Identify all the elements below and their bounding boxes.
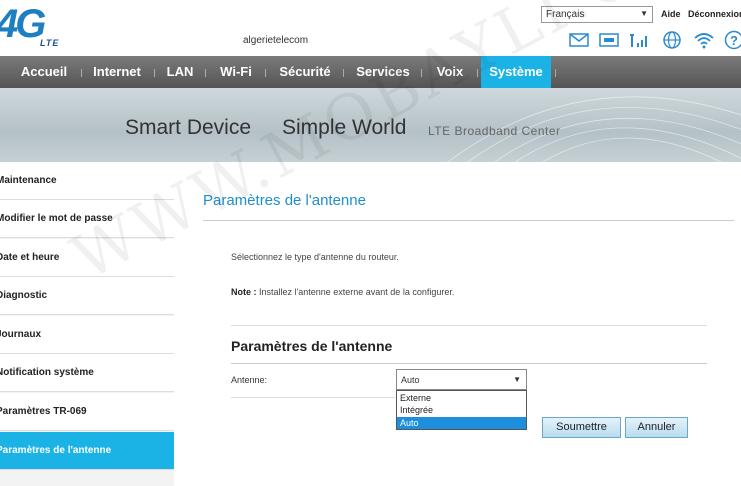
sidebar-item-label: Journaux (0, 329, 42, 340)
logout-link[interactable]: Déconnexion (688, 9, 741, 19)
antenna-option-auto[interactable]: Auto (397, 417, 526, 429)
globe-icon (663, 31, 681, 49)
sidebar: Maintenance Modifier le mot de passe Dat… (0, 162, 174, 486)
header: 4G LTE algerietelecom Français ▼ Aide Dé… (0, 0, 741, 56)
logo-main: 4G (0, 2, 46, 47)
note-text: Note : Installez l'antenne externe avant… (231, 287, 454, 297)
antenna-option-integree[interactable]: Intégrée (397, 404, 526, 416)
section-title: Paramètres de l'antenne (231, 338, 393, 354)
nav-separator (477, 69, 478, 77)
note-label: Note : (231, 287, 257, 297)
nav-item-internet[interactable]: Internet (84, 56, 150, 88)
logo-main-text: 4G (0, 2, 46, 46)
sidebar-item-label: Date et heure (0, 252, 60, 263)
nav-item-securite[interactable]: Sécurité (270, 56, 340, 88)
chevron-down-icon: ▼ (513, 375, 521, 384)
antenna-select[interactable]: Auto ▼ (396, 369, 527, 390)
help-icon[interactable]: ? (722, 30, 741, 50)
antenna-label: Antenne: (231, 375, 268, 385)
banner-slogan-part2: Simple World (282, 116, 407, 139)
nav-separator (421, 69, 422, 77)
sidebar-item-system-notification[interactable]: Notification système (0, 354, 174, 392)
svg-text:?: ? (730, 33, 738, 48)
4g-lte-logo: 4G LTE (0, 2, 82, 48)
nav-separator (81, 69, 82, 77)
sidebar-item-label: Paramètres TR-069 (0, 406, 87, 417)
submit-button[interactable]: Soumettre (542, 417, 621, 438)
chevron-down-icon: ▼ (640, 9, 648, 18)
banner: Smart Device Simple World LTE Broadband … (0, 88, 741, 162)
nav-separator (265, 69, 266, 77)
wifi-icon (694, 33, 714, 49)
sidebar-item-label: Notification système (0, 367, 94, 378)
help-link[interactable]: Aide (661, 9, 681, 19)
sidebar-item-date-time[interactable]: Date et heure (0, 239, 174, 277)
nav-separator (205, 69, 206, 77)
nav-separator (555, 69, 556, 77)
nav-item-voix[interactable]: Voix (426, 56, 474, 88)
language-select[interactable]: Français ▼ (541, 6, 653, 23)
nav-item-services[interactable]: Services (348, 56, 418, 88)
nav-separator (154, 69, 155, 77)
sidebar-item-label: Diagnostic (0, 290, 48, 301)
cancel-button[interactable]: Annuler (625, 417, 688, 438)
banner-product-name: LTE Broadband Center (428, 124, 561, 138)
section-title-divider (231, 363, 707, 364)
sidebar-item-label: Maintenance (0, 175, 57, 186)
sidebar-item-maintenance[interactable]: Maintenance (0, 162, 174, 200)
nav-item-systeme[interactable]: Système (481, 56, 551, 88)
page-title: Paramètres de l'antenne (203, 192, 366, 209)
note-body: Installez l'antenne externe avant de la … (256, 287, 455, 297)
logo-sub: LTE (40, 38, 60, 48)
title-divider (203, 220, 734, 221)
nav-item-wifi[interactable]: Wi-Fi (210, 56, 262, 88)
description-text: Sélectionnez le type d'antenne du routeu… (231, 252, 399, 262)
banner-slogan-part1: Smart Device (125, 116, 252, 139)
signal-strength-icon (630, 34, 647, 47)
sidebar-item-tr069[interactable]: Paramètres TR-069 (0, 393, 174, 431)
nav-separator (343, 69, 344, 77)
mail-icon[interactable] (568, 30, 592, 50)
field-divider (231, 397, 395, 398)
sms-icon[interactable] (598, 30, 622, 50)
nav-item-accueil[interactable]: Accueil (10, 56, 78, 88)
main-nav: Accueil Internet LAN Wi-Fi Sécurité Serv… (0, 56, 741, 88)
antenna-dropdown-list: Externe Intégrée Auto (396, 390, 527, 430)
sidebar-item-antenna-settings[interactable]: Paramètres de l'antenne (0, 432, 174, 470)
language-value: Français (546, 9, 585, 20)
sidebar-item-label: Paramètres de l'antenne (0, 445, 112, 456)
nav-item-lan[interactable]: LAN (158, 56, 202, 88)
section-divider (231, 325, 707, 326)
sidebar-item-diagnostic[interactable]: Diagnostic (0, 277, 174, 315)
brand-name: algerietelecom (243, 35, 309, 46)
antenna-option-externe[interactable]: Externe (397, 392, 526, 404)
sidebar-item-label: Modifier le mot de passe (0, 213, 113, 224)
sidebar-item-change-password[interactable]: Modifier le mot de passe (0, 200, 174, 238)
antenna-select-value: Auto (401, 375, 420, 385)
sidebar-item-logs[interactable]: Journaux (0, 316, 174, 354)
